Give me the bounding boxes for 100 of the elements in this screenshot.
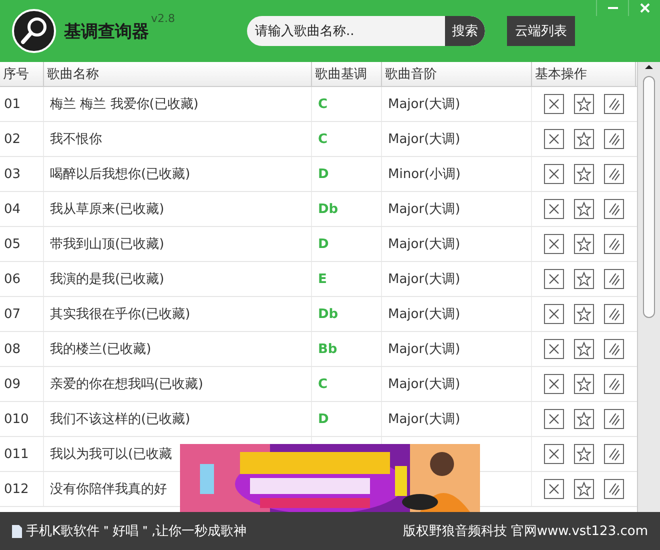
star-button[interactable] [574,129,594,149]
star-icon [575,235,593,253]
cloud-list-button[interactable]: 云端列表 [507,16,576,46]
table-cell: Major(大调) [382,297,532,331]
delete-button[interactable] [544,269,564,289]
delete-button[interactable] [544,304,564,324]
star-icon [575,130,593,148]
table-cell: Major(大调) [382,227,532,261]
table-cell: 08 [0,332,44,366]
minimize-icon [608,6,618,10]
table-cell: 07 [0,297,44,331]
stripes-button[interactable] [604,199,624,219]
stripes-button[interactable] [604,94,624,114]
delete-button[interactable] [544,409,564,429]
table-cell: C [312,122,382,156]
star-button[interactable] [574,444,594,464]
table-cell: Major(大调) [382,192,532,226]
column-header: 歌曲名称 [44,62,312,86]
delete-button[interactable] [544,444,564,464]
star-button[interactable] [574,164,594,184]
delete-button[interactable] [544,339,564,359]
table-cell: 我的楼兰(已收藏) [44,332,312,366]
table-cell: 我从草原来(已收藏) [44,192,312,226]
star-icon [575,270,593,288]
table-cell: 06 [0,262,44,296]
search-field[interactable]: 请输入歌曲名称.. 搜索 [247,16,486,46]
delete-button[interactable] [544,94,564,114]
star-icon [575,95,593,113]
document-icon [12,524,22,538]
table-cell: Bb [312,332,382,366]
stripes-button[interactable] [604,339,624,359]
table-cell: D [312,227,382,261]
table-cell: 其实我很在乎你(已收藏) [44,297,312,331]
star-icon [575,445,593,463]
stripes-button[interactable] [604,479,624,499]
star-icon [575,165,593,183]
table-cell: 带我到山顶(已收藏) [44,227,312,261]
delete-button[interactable] [544,129,564,149]
table-cell: Db [312,297,382,331]
table-cell: 我演的是我(已收藏) [44,262,312,296]
table-cell: 我不恨你 [44,122,312,156]
delete-button[interactable] [544,234,564,254]
delete-button[interactable] [544,164,564,184]
star-icon [575,410,593,428]
delete-button[interactable] [544,199,564,219]
close-icon [640,3,650,13]
table-cell: 04 [0,192,44,226]
scrollbar[interactable] [637,62,660,512]
table-cell: 喝醉以后我想你(已收藏) [44,157,312,191]
table-cell: 010 [0,402,44,436]
table-cell: 012 [0,472,44,506]
table-cell: 011 [0,437,44,471]
star-button[interactable] [574,199,594,219]
star-button[interactable] [574,374,594,394]
star-icon [575,375,593,393]
stripes-button[interactable] [604,129,624,149]
table-cell: 03 [0,157,44,191]
delete-button[interactable] [544,374,564,394]
star-icon [575,480,593,498]
stripes-button[interactable] [604,444,624,464]
star-button[interactable] [574,234,594,254]
star-button[interactable] [574,269,594,289]
stripes-button[interactable] [604,409,624,429]
table-cell: D [312,157,382,191]
search-button[interactable]: 搜索 [445,16,486,46]
star-button[interactable] [574,94,594,114]
table-cell: Major(大调) [382,332,532,366]
table-cell: Major(大调) [382,262,532,296]
stripes-button[interactable] [604,304,624,324]
table-cell: 我们不该这样的(已收藏) [44,402,312,436]
column-header: 歌曲音阶 [382,62,532,86]
column-header: 歌曲基调 [312,62,382,86]
search-logo-icon [12,9,56,53]
table-cell: 02 [0,122,44,156]
table-cell: C [312,367,382,401]
table-cell: 亲爱的你在想我吗(已收藏) [44,367,312,401]
version-label: v2.8 [151,12,176,25]
column-header: 基本操作 [532,62,636,86]
table-cell: D [312,402,382,436]
table-cell: 梅兰 梅兰 我爱你(已收藏) [44,87,312,121]
promo-text: 手机K歌软件＂好唱＂,让你一秒成歌神 [26,523,247,540]
star-button[interactable] [574,479,594,499]
star-icon [575,305,593,323]
table-cell: Major(大调) [382,122,532,156]
star-button[interactable] [574,304,594,324]
star-icon [575,200,593,218]
table-cell: 05 [0,227,44,261]
star-button[interactable] [574,339,594,359]
delete-button[interactable] [544,479,564,499]
star-button[interactable] [574,409,594,429]
stripes-button[interactable] [604,234,624,254]
stripes-button[interactable] [604,269,624,289]
table-cell: Major(大调) [382,402,532,436]
stripes-button[interactable] [604,374,624,394]
table-cell: Minor(小调) [382,157,532,191]
table-cell: 01 [0,87,44,121]
copyright-text: 版权野狼音频科技 官网www.vst123.com [402,523,648,540]
app-title: 基调查询器 [64,20,149,42]
table-cell: Major(大调) [382,87,532,121]
stripes-button[interactable] [604,164,624,184]
